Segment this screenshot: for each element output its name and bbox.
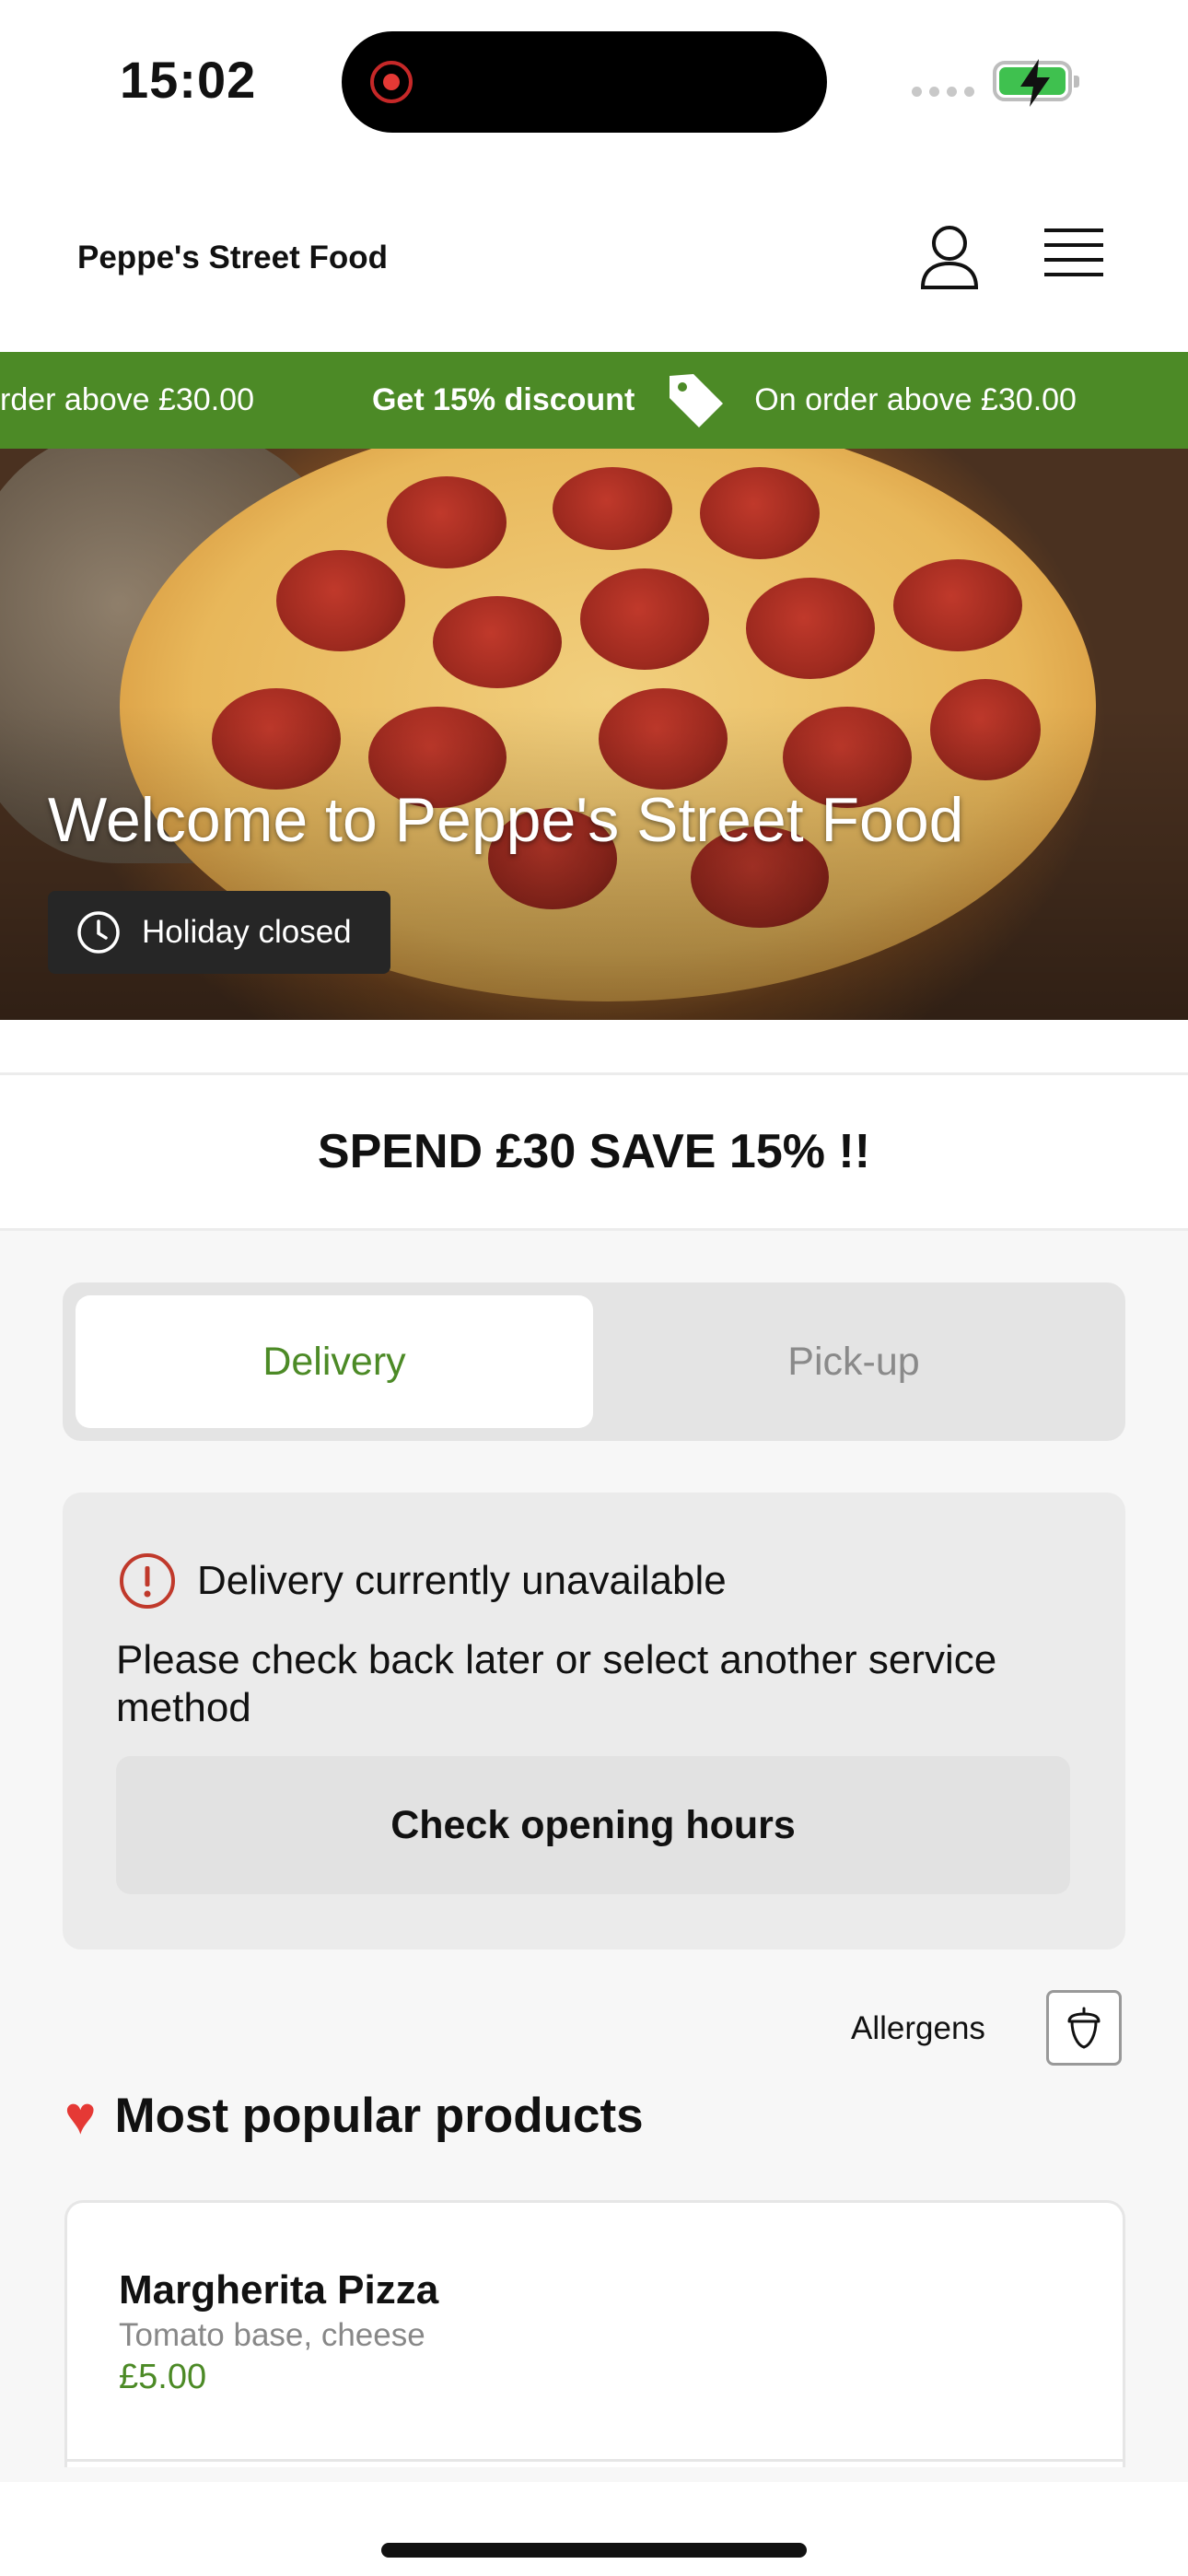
delivery-unavailable-notice: Delivery currently unavailable Please ch… — [63, 1493, 1125, 1950]
notice-body: Please check back later or select anothe… — [116, 1637, 997, 1730]
status-time: 15:02 — [120, 51, 257, 109]
promo-condition-partial: rder above £30.00 — [0, 382, 254, 417]
bottom-safe-area — [0, 2482, 1188, 2576]
hero-banner: Welcome to Peppe's Street Food Holiday c… — [0, 449, 1188, 1020]
main-content: Delivery Pick-up Delivery currently unav… — [0, 1231, 1188, 2576]
recording-icon — [370, 61, 413, 103]
notice-title: Delivery currently unavailable — [197, 1558, 727, 1603]
promo-discount: Get 15% discount — [371, 382, 635, 417]
product-price: £5.00 — [119, 2358, 207, 2396]
service-method-toggle: Delivery Pick-up — [63, 1282, 1125, 1441]
check-opening-hours-button[interactable]: Check opening hours — [116, 1756, 1070, 1894]
announcement-banner: SPEND £30 SAVE 15% !! — [0, 1072, 1188, 1231]
battery-icon — [993, 59, 1079, 107]
popular-products-title: ♥ Most popular products — [64, 2085, 644, 2146]
menu-icon[interactable] — [1044, 227, 1103, 282]
promo-condition: On order above £30.00 — [754, 382, 1077, 417]
store-status-text: Holiday closed — [142, 914, 352, 950]
product-divider — [67, 2459, 1123, 2462]
signal-icon — [912, 87, 974, 97]
status-bar: 15:02 — [0, 0, 1188, 157]
promo-banner: rder above £30.00 Get 15% discount On or… — [0, 352, 1188, 449]
tab-pickup[interactable]: Pick-up — [595, 1295, 1112, 1428]
hero-title: Welcome to Peppe's Street Food — [48, 785, 964, 855]
product-card[interactable]: Margherita Pizza Tomato base, cheese £5.… — [64, 2200, 1125, 2467]
allergens-button[interactable] — [1046, 1990, 1122, 2066]
dynamic-island — [342, 31, 827, 133]
product-name: Margherita Pizza — [119, 2267, 439, 2313]
user-icon[interactable] — [919, 223, 980, 289]
info-icon — [120, 1553, 175, 1609]
brand-name[interactable]: Peppe's Street Food — [77, 240, 388, 276]
acorn-icon — [1067, 2007, 1101, 2049]
tab-delivery[interactable]: Delivery — [76, 1295, 593, 1428]
tag-icon — [670, 373, 724, 427]
allergens-label[interactable]: Allergens — [851, 2010, 985, 2047]
product-description: Tomato base, cheese — [119, 2317, 425, 2353]
home-indicator[interactable] — [381, 2543, 807, 2558]
app-header: Peppe's Street Food — [0, 157, 1188, 352]
heart-icon: ♥ — [64, 2085, 97, 2146]
store-status-badge: Holiday closed — [48, 891, 390, 974]
clock-icon — [77, 911, 120, 954]
